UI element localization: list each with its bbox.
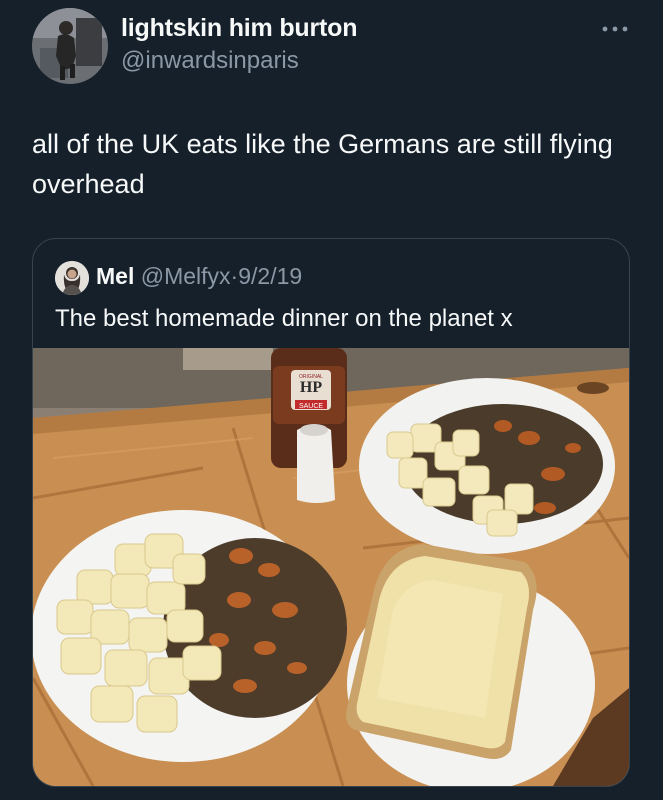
bottle-label-bottom: SAUCE <box>299 403 323 410</box>
quoted-text: The best homemade dinner on the planet x <box>55 305 513 332</box>
avatar-photo-icon <box>32 8 108 84</box>
quoted-photo[interactable]: HP ORIGINAL SAUCE <box>33 348 629 786</box>
dinner-photo: HP ORIGINAL SAUCE <box>33 348 629 786</box>
tweet-card[interactable]: lightskin him burton @inwardsinparis all… <box>0 0 663 800</box>
quoted-author-avatar[interactable] <box>55 261 89 295</box>
author-name[interactable]: lightskin him burton <box>121 14 357 43</box>
more-horizontal-icon <box>602 26 628 32</box>
tweet-text: all of the UK eats like the Germans are … <box>32 129 613 199</box>
more-options-button[interactable] <box>600 18 630 40</box>
author-handle[interactable]: @inwardsinparis <box>121 47 299 75</box>
bottle-label-top: ORIGINAL <box>299 374 323 380</box>
quoted-date[interactable]: 9/2/19 <box>238 263 302 289</box>
quoted-author-name[interactable]: Mel <box>96 263 134 289</box>
avatar-photo-icon <box>55 261 89 295</box>
quoted-tweet[interactable]: Mel @Melfyx·9/2/19 The best homemade din… <box>32 238 630 787</box>
quoted-author-handle[interactable]: @Melfyx <box>141 263 231 289</box>
quoted-header: Mel @Melfyx·9/2/19 <box>96 263 302 290</box>
bottle-brand: HP <box>300 379 322 396</box>
author-avatar[interactable] <box>32 8 108 84</box>
